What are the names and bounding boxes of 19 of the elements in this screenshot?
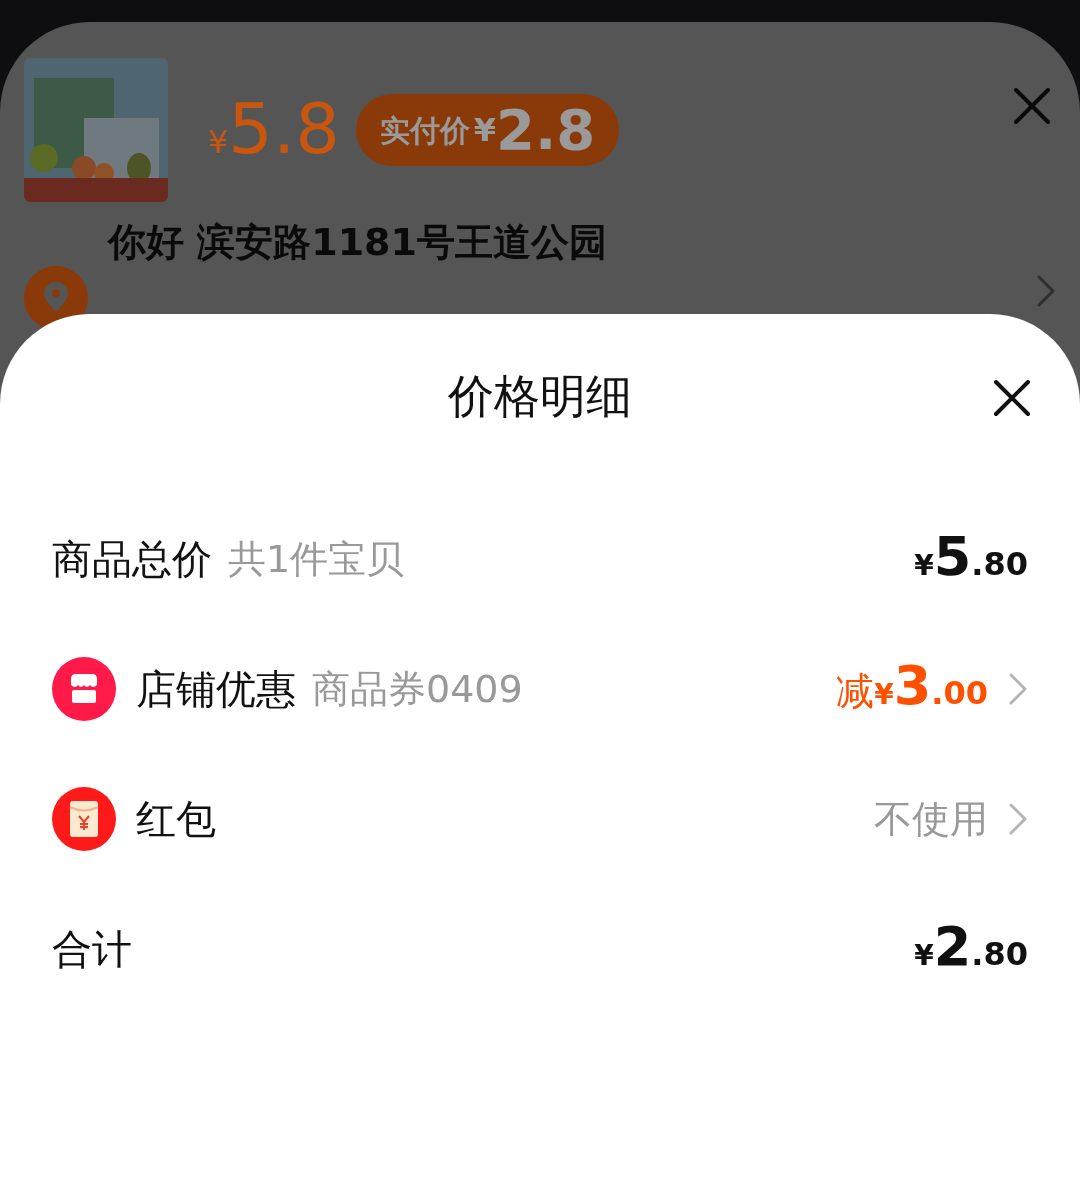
row-label: 红包 [136,795,216,844]
envelope-icon [52,787,116,851]
price-amount: ¥5.80 [914,530,1028,588]
row-value: 不使用 [874,795,988,843]
price-amount: ¥2.80 [914,920,1028,978]
price-amount: 减¥3.00 [836,658,988,719]
paid-price-badge: 实付价¥2.8 [355,94,620,166]
row-note: 共1件宝贝 [228,535,405,583]
row-label: 店铺优惠 [136,665,296,714]
sheet-title: 价格明细 [448,367,632,425]
original-price: ¥5.8 [208,94,340,166]
row-note: 商品券0409 [312,665,523,713]
chevron-right-icon [1008,672,1028,706]
chevron-right-icon [1008,802,1028,836]
row-label: 商品总价 [52,535,212,584]
chevron-right-icon [1036,274,1056,308]
shop-icon [52,657,116,721]
address-text: 你好 滨安路1181号王道公园 [108,219,607,266]
row-label: 合计 [52,925,132,974]
